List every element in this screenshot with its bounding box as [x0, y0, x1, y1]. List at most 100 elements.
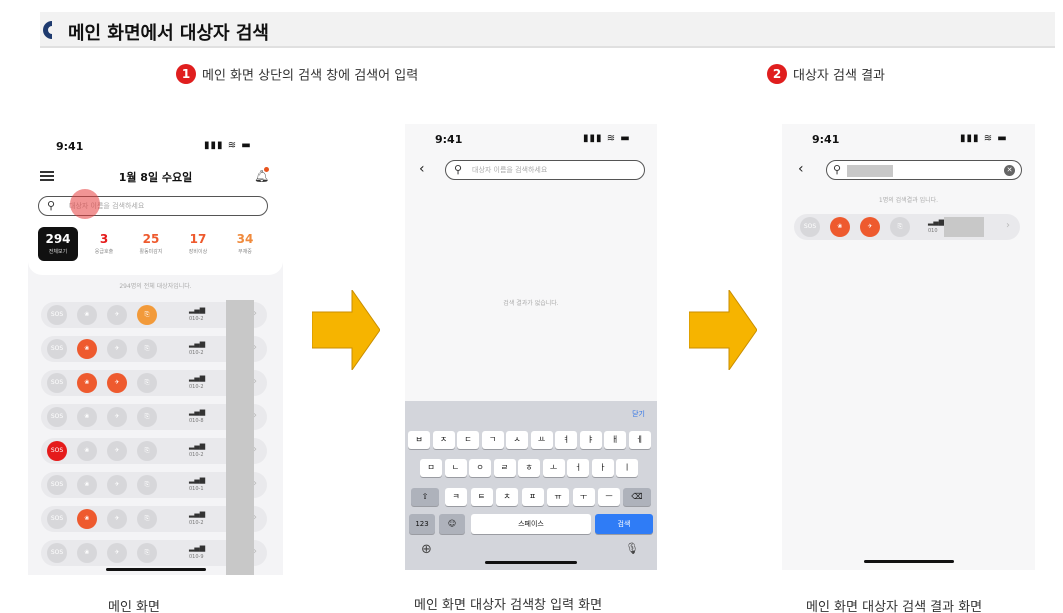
sos-badge: SOS: [47, 305, 67, 325]
step-1: 1 메인 화면 상단의 검색 창에 검색어 입력: [176, 64, 418, 84]
stat-value: 294: [45, 232, 71, 246]
back-icon[interactable]: ‹: [798, 161, 804, 177]
touch-indicator: [70, 189, 100, 219]
keyboard-key[interactable]: ㅑ: [579, 431, 602, 449]
phone-number: 010-9: [189, 554, 204, 560]
step-2: 2 대상자 검색 결과: [767, 64, 885, 84]
caption-main-screen: 메인 화면: [108, 600, 160, 613]
search-input[interactable]: ⚲ ✕: [826, 160, 1022, 180]
keyboard-key[interactable]: ㅋ: [445, 488, 467, 506]
keyboard-key[interactable]: ㅊ: [496, 488, 518, 506]
activity-badge: ❀: [77, 373, 97, 393]
phone-number: 010-2: [189, 520, 204, 526]
keyboard-key[interactable]: ㅎ: [518, 459, 540, 477]
search-input[interactable]: ⚲ 대상자 이름을 검색하세요: [445, 160, 645, 180]
signal-icon: ▂▄▆: [928, 218, 945, 226]
keyboard-key[interactable]: ㅕ: [555, 431, 577, 449]
microphone-icon[interactable]: 🎙: [625, 542, 639, 555]
stat-label: 장비이상: [188, 249, 208, 255]
numbers-key[interactable]: 123: [409, 514, 435, 534]
shift-key[interactable]: ⇧: [411, 488, 439, 506]
search-icon: ⚲: [833, 163, 842, 176]
globe-icon[interactable]: ⊕: [421, 542, 432, 557]
device-badge: ✈: [107, 509, 127, 529]
keyboard-key[interactable]: ㅈ: [432, 431, 455, 449]
keyboard-key[interactable]: ㅣ: [616, 459, 638, 477]
keyboard-key[interactable]: ㅍ: [521, 488, 544, 506]
signal-icon: ▂▄▆: [189, 476, 206, 484]
home-indicator: [485, 561, 577, 564]
activity-badge: ❀: [77, 475, 97, 495]
step-1-text: 메인 화면 상단의 검색 창에 검색어 입력: [202, 68, 419, 84]
back-icon[interactable]: ‹: [419, 161, 425, 177]
keyboard-key[interactable]: ㅛ: [530, 431, 553, 449]
sos-badge: SOS: [800, 217, 820, 237]
stat-emergency[interactable]: 3 응급호출: [84, 227, 124, 261]
keyboard-key[interactable]: ㅅ: [506, 431, 528, 449]
status-icons: ▮▮▮ ≋ ▬: [960, 133, 1008, 144]
signal-icon: ▂▄▆: [189, 340, 206, 348]
keyboard-key[interactable]: ㅔ: [628, 431, 651, 449]
keyboard-done-button[interactable]: 닫기: [632, 409, 645, 419]
status-time: 9:41: [56, 140, 84, 153]
stat-all[interactable]: 294 전체보기: [38, 227, 78, 261]
keyboard-key[interactable]: ㅏ: [591, 459, 614, 477]
stat-no-activity[interactable]: 25 활동미감지: [131, 227, 171, 261]
search-placeholder: 대상자 이름을 검색하세요: [472, 166, 548, 174]
status-icons: ▮▮▮ ≋ ▬: [583, 133, 631, 144]
space-key[interactable]: 스페이스: [471, 514, 591, 534]
absent-badge: ⎘: [137, 509, 157, 529]
search-key[interactable]: 검색: [595, 514, 653, 534]
absent-badge: ⎘: [137, 339, 157, 359]
section-header: 메인 화면에서 대상자 검색: [40, 12, 1055, 48]
signal-icon: ▂▄▆: [189, 374, 206, 382]
keyboard-key[interactable]: ㄴ: [444, 459, 467, 477]
arrow-right-icon: [689, 290, 757, 370]
signal-icon: ▂▄▆: [189, 408, 206, 416]
keyboard-key[interactable]: ㅓ: [567, 459, 589, 477]
keyboard-key[interactable]: ㅌ: [470, 488, 493, 506]
chevron-right-icon: ›: [1006, 220, 1010, 231]
activity-badge: ❀: [77, 509, 97, 529]
step-number-badge: 2: [767, 64, 787, 84]
absent-badge: ⎘: [890, 217, 910, 237]
stat-label: 부재중: [238, 249, 252, 255]
stat-label: 응급호출: [94, 249, 114, 255]
keyboard-key[interactable]: ㅇ: [469, 459, 491, 477]
half-circle-icon: [43, 21, 52, 39]
stat-label: 활동미감지: [139, 249, 163, 255]
phone-number: 010: [928, 228, 938, 234]
keyboard-key[interactable]: ㅂ: [408, 431, 430, 449]
device-badge: ✈: [107, 543, 127, 563]
stat-device-error[interactable]: 17 장비이상: [178, 227, 218, 261]
keyboard-key[interactable]: ㅗ: [542, 459, 565, 477]
sos-badge: SOS: [47, 475, 67, 495]
phone-number: 010-2: [189, 316, 204, 322]
stat-absent[interactable]: 34 부재중: [225, 227, 265, 261]
backspace-key[interactable]: ⌫: [623, 488, 651, 506]
korean-keyboard: 닫기 ㅂㅈㄷㄱㅅㅛㅕㅑㅐㅔㅁㄴㅇㄹㅎㅗㅓㅏㅣㅋㅌㅊㅍㅠㅜㅡ ⇧ ⌫ 123 ☺ …: [405, 401, 657, 570]
keyboard-key[interactable]: ㄱ: [481, 431, 504, 449]
device-badge: ✈: [107, 339, 127, 359]
notification-dot: [264, 167, 269, 172]
search-icon: ⚲: [47, 199, 56, 212]
status-icons: ▮▮▮ ≋ ▬: [204, 140, 252, 151]
sos-badge: SOS: [47, 407, 67, 427]
keyboard-key[interactable]: ㅜ: [572, 488, 595, 506]
device-badge: ✈: [860, 217, 880, 237]
clear-icon[interactable]: ✕: [1004, 165, 1015, 176]
signal-icon: ▂▄▆: [189, 306, 206, 314]
keyboard-key[interactable]: ㅡ: [598, 488, 620, 506]
redacted-name-block: [226, 300, 254, 575]
sos-badge: SOS: [47, 373, 67, 393]
keyboard-key[interactable]: ㄷ: [457, 431, 479, 449]
status-time: 9:41: [812, 133, 840, 146]
keyboard-key[interactable]: ㅁ: [420, 459, 442, 477]
stat-value: 3: [99, 232, 109, 246]
keyboard-key[interactable]: ㄹ: [493, 459, 516, 477]
emoji-key[interactable]: ☺: [439, 514, 465, 534]
sos-badge: SOS: [47, 509, 67, 529]
keyboard-key[interactable]: ㅐ: [604, 431, 626, 449]
keyboard-key[interactable]: ㅠ: [547, 488, 569, 506]
result-row[interactable]: SOS ❀ ✈ ⎘ ▂▄▆ 010 ›: [794, 214, 1020, 240]
